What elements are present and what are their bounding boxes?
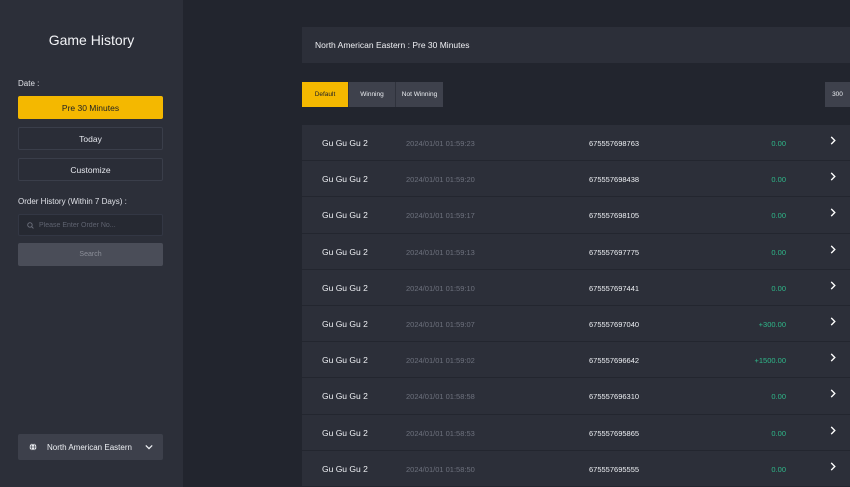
timestamp: 2024/01/01 01:58:53: [406, 428, 475, 438]
order-number: 675557698105: [589, 211, 640, 221]
chevron-right-icon: [830, 462, 836, 471]
win-amount: +1500.00: [754, 356, 787, 366]
filter-not-winning-button[interactable]: Not Winning: [396, 82, 443, 107]
timestamp: 2024/01/01 01:58:58: [406, 392, 475, 402]
order-number: 675557695865: [589, 428, 640, 438]
page-size-box[interactable]: 300: [825, 82, 850, 107]
order-number: 675557697775: [589, 247, 640, 257]
order-number: 675557697040: [589, 319, 640, 329]
date-label: Date :: [18, 79, 40, 88]
list-item[interactable]: Gu Gu Gu 2 2024/01/01 01:59:10 675557697…: [302, 269, 850, 306]
timestamp: 2024/01/01 01:59:07: [406, 319, 475, 329]
header-bar: North American Eastern : Pre 30 Minutes: [302, 27, 850, 63]
search-button[interactable]: Search: [18, 243, 163, 266]
list-item[interactable]: Gu Gu Gu 2 2024/01/01 01:59:20 675557698…: [302, 161, 850, 198]
chevron-right-icon: [830, 244, 836, 254]
chevron-down-icon: [145, 444, 153, 450]
timestamp: 2024/01/01 01:59:23: [406, 139, 475, 148]
win-amount: 0.00: [771, 464, 786, 474]
timestamp: 2024/01/01 01:59:02: [406, 356, 475, 366]
pre-30-minutes-button[interactable]: Pre 30 Minutes: [18, 96, 163, 119]
chevron-right-icon: [830, 281, 836, 290]
search-icon: [27, 221, 34, 229]
globe-icon: [29, 443, 37, 451]
win-amount: 0.00: [771, 392, 786, 402]
list-item[interactable]: Gu Gu Gu 2 2024/01/01 01:58:50 675557695…: [302, 450, 850, 487]
game-name: Gu Gu Gu 2: [322, 463, 368, 474]
order-number: 675557695555: [589, 464, 640, 474]
list-item[interactable]: Gu Gu Gu 2 2024/01/01 01:59:23 675557698…: [302, 125, 850, 162]
timestamp: 2024/01/01 01:59:20: [406, 175, 475, 185]
sidebar: Game History Date : Pre 30 Minutes Today…: [0, 0, 183, 487]
win-amount: 0.00: [771, 139, 786, 148]
timestamp: 2024/01/01 01:59:10: [406, 283, 475, 293]
list-item[interactable]: Gu Gu Gu 2 2024/01/01 01:59:13 675557697…: [302, 233, 850, 270]
customize-button[interactable]: Customize: [18, 158, 163, 181]
win-amount: 0.00: [771, 211, 786, 221]
list-item[interactable]: Gu Gu Gu 2 2024/01/01 01:59:02 675557696…: [302, 342, 850, 379]
timestamp: 2024/01/01 01:59:13: [406, 247, 475, 257]
chevron-right-icon: [830, 172, 836, 181]
game-name: Gu Gu Gu 2: [322, 318, 368, 329]
region-label: North American Eastern: [47, 442, 132, 452]
game-name: Gu Gu Gu 2: [322, 282, 368, 293]
order-number: 675557696642: [589, 356, 640, 366]
chevron-right-icon: [830, 425, 836, 435]
filter-winning-button[interactable]: Winning: [349, 82, 396, 107]
history-list: Gu Gu Gu 2 2024/01/01 01:59:23 675557698…: [302, 125, 850, 487]
win-amount: +300.00: [758, 319, 786, 329]
game-name: Gu Gu Gu 2: [322, 138, 368, 148]
order-search-field[interactable]: [18, 214, 163, 236]
order-number-input[interactable]: [39, 221, 159, 229]
timestamp: 2024/01/01 01:58:50: [406, 464, 475, 474]
win-amount: 0.00: [771, 283, 786, 293]
win-amount: 0.00: [771, 428, 786, 438]
game-name: Gu Gu Gu 2: [322, 355, 368, 366]
region-select[interactable]: North American Eastern: [18, 434, 163, 460]
page-title: Game History: [48, 32, 135, 48]
chevron-right-icon: [830, 136, 836, 145]
game-name: Gu Gu Gu 2: [322, 427, 368, 438]
chevron-right-icon: [830, 389, 836, 398]
game-name: Gu Gu Gu 2: [322, 210, 368, 221]
filter-tabs: Default Winning Not Winning: [302, 82, 443, 107]
win-amount: 0.00: [771, 175, 786, 185]
list-item[interactable]: Gu Gu Gu 2 2024/01/01 01:58:53 675557695…: [302, 414, 850, 451]
chevron-right-icon: [830, 208, 836, 217]
game-name: Gu Gu Gu 2: [322, 246, 368, 257]
list-item[interactable]: Gu Gu Gu 2 2024/01/01 01:59:17 675557698…: [302, 197, 850, 234]
order-history-label: Order History (Within 7 Days) :: [18, 197, 127, 206]
list-item[interactable]: Gu Gu Gu 2 2024/01/01 01:59:07 675557697…: [302, 305, 850, 343]
header-text: North American Eastern : Pre 30 Minutes: [315, 40, 470, 50]
filter-default-button[interactable]: Default: [302, 82, 349, 107]
game-name: Gu Gu Gu 2: [322, 174, 368, 185]
list-item[interactable]: Gu Gu Gu 2 2024/01/01 01:58:58 675557696…: [302, 378, 850, 415]
game-name: Gu Gu Gu 2: [322, 391, 368, 402]
order-number: 675557696310: [589, 392, 640, 402]
order-number: 675557698763: [589, 139, 640, 148]
order-number: 675557697441: [589, 283, 640, 293]
timestamp: 2024/01/01 01:59:17: [406, 211, 475, 221]
today-button[interactable]: Today: [18, 127, 163, 150]
win-amount: 0.00: [771, 247, 786, 257]
chevron-right-icon: [830, 317, 836, 326]
chevron-right-icon: [830, 353, 836, 362]
order-number: 675557698438: [589, 175, 640, 185]
